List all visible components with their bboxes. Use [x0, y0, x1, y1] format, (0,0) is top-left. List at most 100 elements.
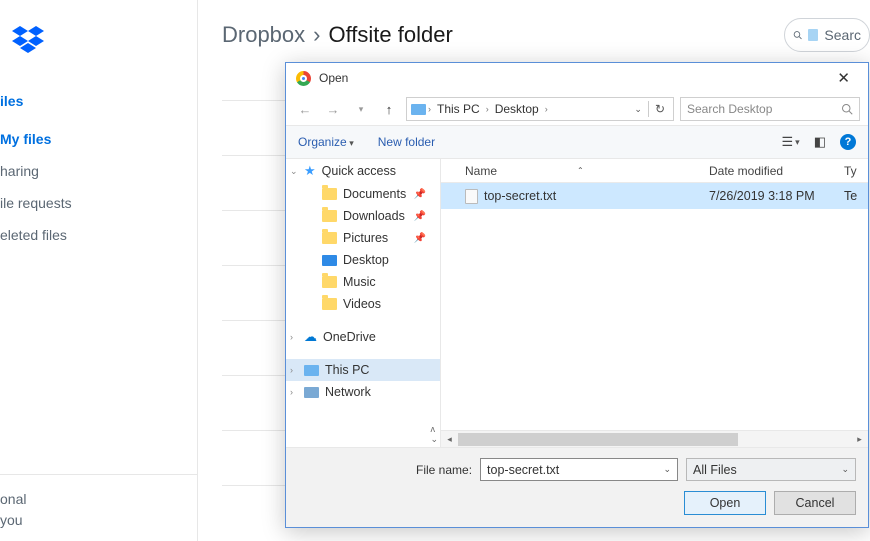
nav-back-button[interactable]: ← [294, 98, 316, 120]
tree-item-desktop[interactable]: Desktop [286, 249, 440, 271]
tree-item-videos[interactable]: Videos [286, 293, 440, 315]
column-date[interactable]: Date modified [709, 164, 844, 178]
sidebar-item-file-requests[interactable]: ile requests [0, 187, 197, 219]
tree-label: Music [343, 275, 376, 289]
sidebar-item-deleted-files[interactable]: eleted files [0, 219, 197, 251]
view-options-button[interactable]: ☰▾ [782, 134, 800, 150]
file-type: Te [844, 189, 868, 203]
breadcrumb: Dropbox › Offsite folder [222, 22, 846, 48]
chevron-right-icon[interactable]: › [290, 332, 293, 342]
close-button[interactable]: ✕ [829, 67, 858, 89]
dialog-toolbar: Organize New folder ☰▾ ◧ ? [286, 125, 868, 159]
dropbox-sidebar: iles My files haring ile requests eleted… [0, 0, 198, 541]
tree-item-pictures[interactable]: Pictures📌 [286, 227, 440, 249]
new-folder-button[interactable]: New folder [378, 135, 435, 149]
tree-label: Network [325, 385, 371, 399]
tree-item-onedrive[interactable]: › ☁ OneDrive [286, 325, 440, 349]
folder-icon [808, 29, 818, 41]
filename-label: File name: [416, 463, 472, 477]
tree-item-this-pc[interactable]: › This PC [286, 359, 440, 381]
column-name[interactable]: Name⌃ [441, 164, 709, 178]
dialog-titlebar: Open ✕ [286, 63, 868, 93]
account-line2: you [0, 510, 198, 531]
nav-row: ← → ▾ ↑ › This PC › Desktop › ⌄ ↻ Search… [286, 93, 868, 125]
file-name: top-secret.txt [484, 189, 556, 203]
filetype-filter[interactable]: All Files ⌄ [686, 458, 856, 481]
column-type[interactable]: Ty [844, 164, 868, 178]
chevron-down-icon[interactable]: ⌄ [663, 464, 671, 475]
folder-icon [322, 298, 337, 310]
breadcrumb-current: Offsite folder [328, 22, 452, 48]
address-segment[interactable]: This PC [433, 101, 484, 117]
nav-up-button[interactable]: ↑ [378, 98, 400, 120]
this-pc-icon [304, 365, 319, 376]
tree-item-quick-access[interactable]: ⌄★Quick access [286, 159, 440, 183]
horizontal-scrollbar[interactable]: ◂ ▸ [441, 430, 868, 447]
account-line1: onal [0, 489, 198, 510]
preview-pane-button[interactable]: ◧ [814, 134, 826, 150]
search-placeholder: Searc [824, 27, 861, 43]
tree-label: Quick access [322, 164, 396, 178]
address-segment[interactable]: Desktop [491, 101, 543, 117]
scroll-right-button[interactable]: ▸ [851, 434, 868, 445]
network-icon [304, 387, 319, 398]
dialog-body: ⌄★Quick access Documents📌 Downloads 📌 Pic… [286, 159, 868, 447]
folder-icon [322, 232, 337, 244]
tree-item-documents[interactable]: Documents📌 [286, 183, 440, 205]
text-file-icon [465, 189, 478, 204]
search-icon [793, 28, 802, 42]
address-bar[interactable]: › This PC › Desktop › ⌄ ↻ [406, 97, 674, 121]
file-row[interactable]: top-secret.txt 7/26/2019 3:18 PM Te [441, 183, 868, 209]
dropbox-logo-icon [12, 24, 44, 56]
navigation-pane: ⌄★Quick access Documents📌 Downloads 📌 Pic… [286, 159, 441, 447]
sidebar-item-sharing[interactable]: haring [0, 155, 197, 187]
chevron-right-icon: › [545, 104, 548, 114]
tree-label: This PC [325, 363, 369, 377]
folder-icon [322, 276, 337, 288]
tree-label: Videos [343, 297, 381, 311]
sort-caret-icon: ⌃ [577, 166, 584, 175]
onedrive-icon: ☁ [304, 329, 317, 345]
open-button[interactable]: Open [684, 491, 766, 515]
folder-icon [322, 210, 337, 222]
folder-icon [322, 188, 337, 200]
chevron-right-icon[interactable]: › [290, 365, 293, 375]
refresh-button[interactable]: ↻ [655, 102, 665, 116]
breadcrumb-root[interactable]: Dropbox [222, 22, 305, 48]
tree-item-downloads[interactable]: Downloads 📌 [286, 205, 440, 227]
breadcrumb-separator: › [313, 22, 320, 48]
pin-icon: 📌 [414, 189, 434, 200]
help-button[interactable]: ? [840, 134, 856, 150]
pin-icon: 📌 [414, 211, 434, 222]
tree-item-network[interactable]: › Network [286, 381, 440, 403]
cancel-button[interactable]: Cancel [774, 491, 856, 515]
nav-recent-button[interactable]: ▾ [350, 98, 372, 120]
chevron-right-icon: › [428, 104, 431, 114]
column-headers: Name⌃ Date modified Ty [441, 159, 868, 183]
chrome-icon [296, 71, 311, 86]
tree-label: OneDrive [323, 330, 376, 344]
tree-label: Desktop [343, 253, 389, 267]
search-icon [841, 103, 853, 115]
search-input[interactable]: Searc [784, 18, 870, 52]
this-pc-icon [411, 104, 426, 115]
tree-item-music[interactable]: Music [286, 271, 440, 293]
scroll-left-button[interactable]: ◂ [441, 434, 458, 445]
scroll-up-button[interactable]: ʌ [430, 424, 438, 434]
sidebar-item-my-files[interactable]: My files [0, 123, 197, 155]
filename-input[interactable]: top-secret.txt ⌄ [480, 458, 678, 481]
scrollbar-thumb[interactable] [458, 433, 738, 446]
tree-label: Downloads [343, 209, 405, 223]
chevron-down-icon[interactable]: ⌄ [841, 464, 849, 475]
desktop-icon [322, 255, 337, 266]
dialog-title: Open [319, 71, 348, 85]
dialog-search-input[interactable]: Search Desktop [680, 97, 860, 121]
chevron-down-icon[interactable]: ⌄ [290, 166, 298, 177]
sidebar-account-block[interactable]: onal you [0, 474, 198, 531]
chevron-down-icon[interactable]: ⌄ [634, 104, 642, 115]
scroll-down-button[interactable]: ⌄ [430, 434, 438, 445]
organize-menu[interactable]: Organize [298, 135, 354, 149]
sidebar-heading[interactable]: iles [0, 87, 197, 123]
file-list-pane: Name⌃ Date modified Ty top-secret.txt 7/… [441, 159, 868, 447]
chevron-right-icon[interactable]: › [290, 387, 293, 397]
